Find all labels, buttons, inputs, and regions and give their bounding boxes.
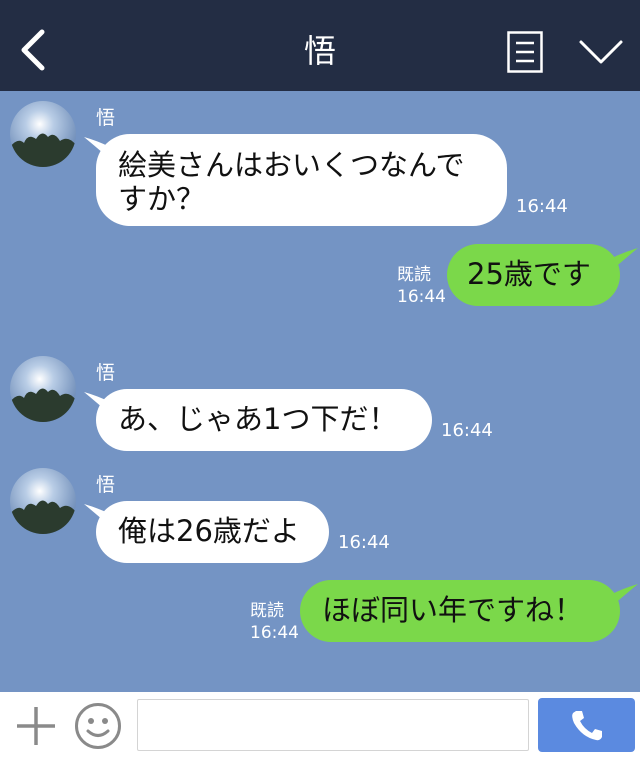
avatar-photo [10, 356, 76, 422]
sender-name: 悟 [96, 474, 116, 496]
read-label: 既読 [250, 601, 284, 621]
chat-header: 悟 [0, 0, 640, 91]
message-time: 16:44 [338, 532, 390, 553]
message-time: 16:44 [441, 420, 493, 441]
message-time: 16:44 [516, 196, 568, 217]
message-time: 16:44 [250, 623, 299, 643]
message-bubble[interactable]: 絵美さんはおいくつなんで すか？ [96, 134, 507, 226]
avatar[interactable] [10, 468, 76, 534]
message-text: 俺は26歳だよ [118, 514, 300, 548]
message-text: あ、じゃあ1つ下だ！ [118, 402, 398, 436]
message-bubble[interactable]: ほぼ同い年ですね！ [300, 580, 620, 642]
message-bubble[interactable]: 俺は26歳だよ [96, 501, 329, 563]
chevron-down-icon[interactable] [578, 38, 624, 66]
chat-title: 悟 [303, 32, 336, 70]
read-status: 既読 16:44 [397, 264, 446, 308]
smile-icon[interactable] [74, 702, 122, 750]
sender-name: 悟 [96, 107, 116, 129]
menu-icon[interactable] [507, 31, 543, 73]
read-status: 既読 16:44 [250, 600, 299, 644]
avatar-photo [10, 468, 76, 534]
avatar-photo [10, 101, 76, 167]
message-text: 25歳です [467, 257, 591, 291]
phone-icon [572, 711, 602, 741]
message-text-line: すか？ [118, 182, 206, 216]
message-input[interactable] [137, 699, 529, 751]
read-label: 既読 [397, 265, 431, 285]
sender-name: 悟 [96, 362, 116, 384]
avatar[interactable] [10, 356, 76, 422]
avatar[interactable] [10, 101, 76, 167]
message-bubble[interactable]: あ、じゃあ1つ下だ！ [96, 389, 432, 451]
plus-icon[interactable] [14, 704, 58, 748]
message-bubble[interactable]: 25歳です [447, 244, 620, 306]
call-button[interactable] [538, 698, 635, 752]
message-time: 16:44 [397, 287, 446, 307]
message-text: ほぼ同い年ですね！ [322, 593, 584, 627]
message-list[interactable]: 悟 絵美さんはおいくつなんで すか？ 16:44 既読 16:44 25歳です … [0, 91, 640, 692]
bubble-tail [612, 584, 638, 606]
bubble-tail [612, 248, 638, 270]
message-text-line: 絵美さんはおいくつなんで [118, 148, 465, 182]
